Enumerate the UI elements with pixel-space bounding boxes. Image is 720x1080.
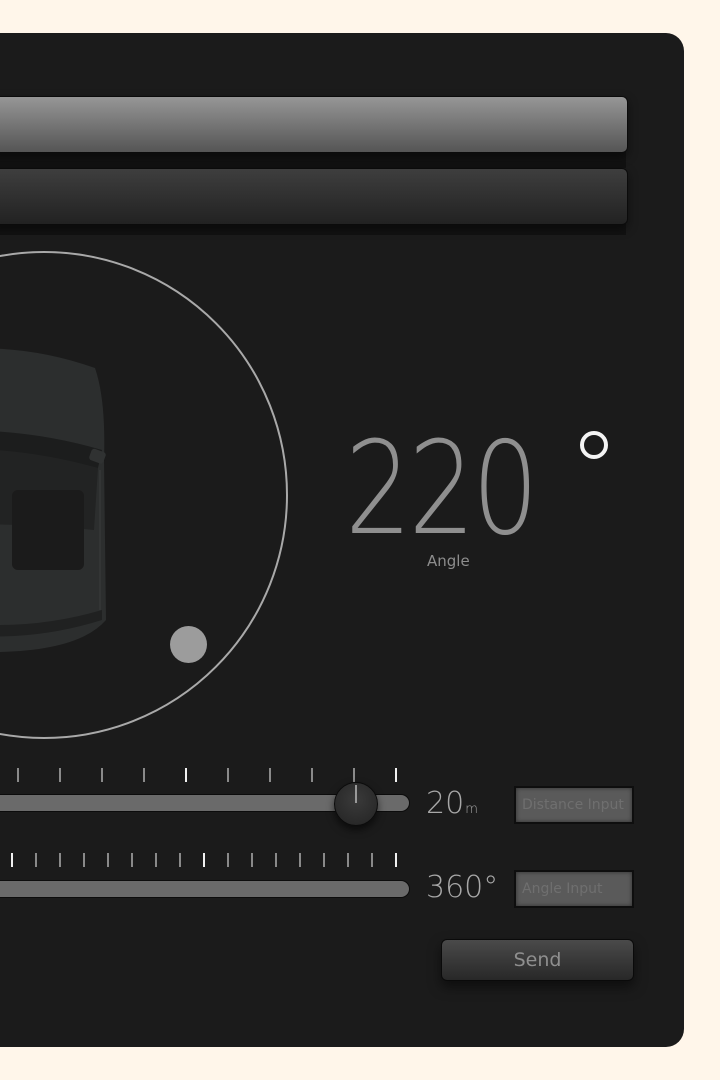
slider-tick [371,853,373,867]
car-top-view-icon [0,348,106,652]
slider-tick [101,768,103,782]
slider-tick [323,853,325,867]
angle-input[interactable] [514,870,634,908]
slider-tick [353,768,355,782]
slider-tick [83,853,85,867]
slider-tick [203,853,205,867]
slider-tick [269,768,271,782]
angle-value: 220 [345,415,539,564]
mode-bar-gap [0,151,626,168]
angle-slider-value: 360° [426,870,499,905]
angle-slider-track[interactable] [0,880,410,898]
slider-tick [59,853,61,867]
distance-value: 20m [426,786,478,821]
slider-tick [275,853,277,867]
slider-tick [299,853,301,867]
slider-tick [347,853,349,867]
knob-indicator [355,785,357,803]
slider-tick [11,853,13,867]
send-button[interactable]: Send [441,939,634,981]
slider-tick [395,853,397,867]
target-marker[interactable] [170,626,207,663]
mode-bar-primary[interactable] [0,96,628,153]
slider-tick [143,768,145,782]
slider-tick [59,768,61,782]
distance-slider-knob[interactable] [334,782,378,826]
distance-input[interactable] [514,786,634,824]
slider-tick [185,768,187,782]
slider-tick [227,853,229,867]
slider-tick [155,853,157,867]
slider-tick [227,768,229,782]
slider-tick [131,853,133,867]
slider-tick [395,768,397,782]
mode-bar-secondary[interactable] [0,168,628,225]
degree-icon [580,431,608,459]
slider-tick [17,768,19,782]
slider-tick [311,768,313,782]
slider-tick [107,853,109,867]
angle-label: Angle [427,552,470,570]
slider-tick [251,853,253,867]
slider-tick [179,853,181,867]
slider-tick [35,853,37,867]
